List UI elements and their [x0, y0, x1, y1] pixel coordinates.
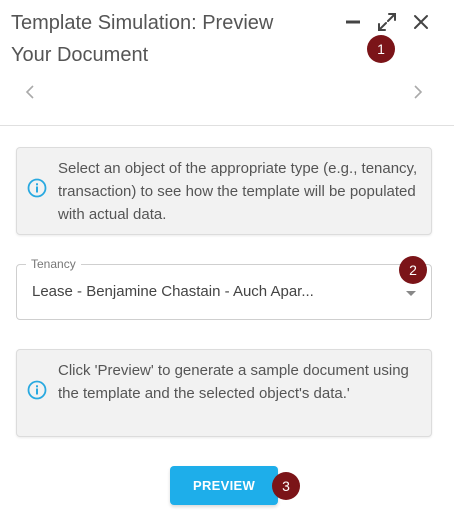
chevron-right-icon	[414, 85, 423, 99]
info-text: Click 'Preview' to generate a sample doc…	[58, 362, 409, 402]
dialog-title: Template Simulation: Preview Your Docume…	[11, 7, 331, 71]
chevron-left-icon	[25, 85, 34, 99]
step-badge-2: 2	[399, 256, 427, 284]
minimize-icon	[346, 20, 360, 24]
info-text: Select an object of the appropriate type…	[58, 160, 418, 223]
close-icon	[414, 15, 428, 29]
info-alert-preview: Click 'Preview' to generate a sample doc…	[16, 349, 432, 437]
info-alert-select-object: Select an object of the appropriate type…	[16, 147, 432, 235]
close-button[interactable]	[407, 8, 435, 36]
info-icon	[27, 178, 47, 198]
dialog-title-line-2: Your Document	[11, 44, 149, 66]
step-badge-1: 1	[367, 35, 395, 63]
expand-button[interactable]	[373, 8, 401, 36]
divider	[0, 125, 454, 126]
step-badge-3: 3	[272, 472, 300, 500]
info-icon	[27, 380, 47, 400]
minimize-button[interactable]	[339, 8, 367, 36]
tenancy-select[interactable]: Tenancy Lease - Benjamine Chastain - Auc…	[16, 257, 432, 320]
expand-icon	[378, 13, 396, 31]
next-button[interactable]	[408, 82, 428, 102]
preview-button[interactable]: PREVIEW	[170, 466, 278, 505]
prev-button[interactable]	[20, 82, 40, 102]
dropdown-arrow-icon	[406, 291, 416, 296]
tenancy-select-value: Lease - Benjamine Chastain - Auch Apar..…	[32, 283, 314, 300]
tenancy-select-label: Tenancy	[26, 257, 81, 271]
dialog-title-line-1: Template Simulation: Preview	[11, 12, 274, 34]
